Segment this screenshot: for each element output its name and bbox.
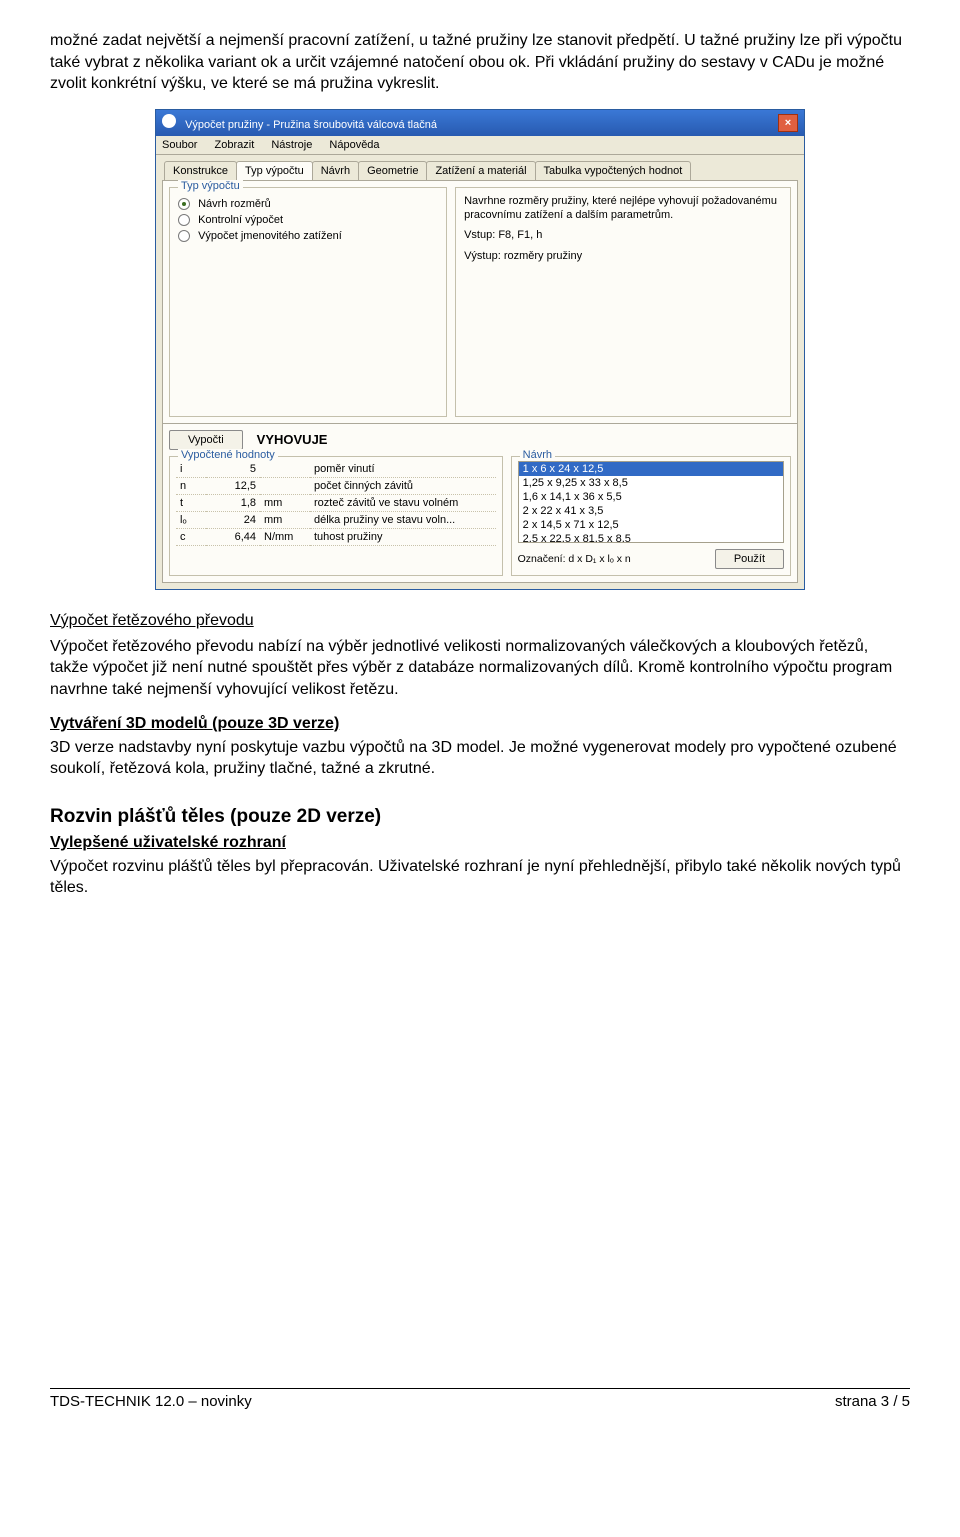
cell-val: 12,5 (206, 477, 260, 494)
tab-zatizeni[interactable]: Zatížení a materiál (426, 161, 535, 180)
list-item[interactable]: 1,25 x 9,25 x 33 x 8,5 (519, 476, 783, 490)
desc-input: Vstup: F8, F1, h (464, 228, 782, 242)
calc-values: Vypočtené hodnoty i 5 poměr vinutí n 12,… (169, 456, 503, 576)
tab-konstrukce[interactable]: Konstrukce (164, 161, 237, 180)
radio-icon (178, 198, 190, 210)
fieldset-desc: Navrhne rozměry pružiny, které nejlépe v… (455, 187, 791, 417)
table-row: t 1,8 mm rozteč závitů ve stavu volném (176, 494, 496, 511)
list-item[interactable]: 2 x 14,5 x 71 x 12,5 (519, 518, 783, 532)
radio-kontrolni[interactable]: Kontrolní výpočet (178, 214, 438, 226)
titlebar: Výpočet pružiny - Pružina šroubovitá vál… (156, 110, 804, 136)
section-rozvin-body: Výpočet rozvinu plášťů těles byl přeprac… (50, 856, 910, 899)
cell-val: 5 (206, 461, 260, 478)
cell-sym: t (176, 494, 206, 511)
section-rozvin-sub: Vylepšené uživatelské rozhraní (50, 834, 910, 852)
cell-unit (260, 461, 310, 478)
tab-navrh[interactable]: Návrh (312, 161, 359, 180)
section-chain-body: Výpočet řetězového převodu nabízí na výb… (50, 636, 910, 701)
section-chain-head: Výpočet řetězového převodu (50, 612, 910, 630)
list-item[interactable]: 2 x 22 x 41 x 3,5 (519, 504, 783, 518)
cell-sym: n (176, 477, 206, 494)
section-3d-head: Vytváření 3D modelů (pouze 3D verze) (50, 715, 910, 733)
design-listbox[interactable]: 1 x 6 x 24 x 12,5 1,25 x 9,25 x 33 x 8,5… (518, 461, 784, 543)
radio-jmenovite[interactable]: Výpočet jmenovitého zatížení (178, 230, 438, 242)
app-icon (162, 114, 176, 128)
desc-text: Navrhne rozměry pružiny, které nejlépe v… (464, 194, 782, 223)
footer-right: strana 3 / 5 (835, 1393, 910, 1410)
menu-napoveda[interactable]: Nápověda (329, 139, 379, 151)
radio-label: Výpočet jmenovitého zatížení (198, 230, 342, 242)
cell-unit: mm (260, 494, 310, 511)
radio-icon (178, 230, 190, 242)
window-title: Výpočet pružiny - Pružina šroubovitá vál… (185, 119, 437, 131)
navrh-legend: Návrh (520, 449, 555, 461)
design-suggestions: Návrh 1 x 6 x 24 x 12,5 1,25 x 9,25 x 33… (511, 456, 791, 576)
oznaceni-label: Označení: d x D₁ x lₒ x n (518, 553, 631, 565)
cell-sym: lₒ (176, 511, 206, 528)
menu-zobrazit[interactable]: Zobrazit (215, 139, 255, 151)
radio-label: Kontrolní výpočet (198, 214, 283, 226)
section-rozvin-head: Rozvin plášťů těles (pouze 2D verze) (50, 806, 910, 828)
fieldset-typ-legend: Typ výpočtu (178, 180, 243, 192)
menu-soubor[interactable]: Soubor (162, 139, 197, 151)
intro-paragraph: možné zadat největší a nejmenší pracovní… (50, 30, 910, 95)
cell-desc: tuhost pružiny (310, 528, 496, 545)
radio-label: Návrh rozměrů (198, 198, 271, 210)
cell-desc: délka pružiny ve stavu voln... (310, 511, 496, 528)
close-icon[interactable]: × (778, 114, 798, 132)
status-label: VYHOVUJE (257, 432, 328, 447)
menu-nastroje[interactable]: Nástroje (271, 139, 312, 151)
cell-desc: rozteč závitů ve stavu volném (310, 494, 496, 511)
table-row: n 12,5 počet činných závitů (176, 477, 496, 494)
compute-button[interactable]: Vypočti (169, 430, 243, 450)
desc-output: Výstup: rozměry pružiny (464, 249, 782, 263)
app-window: Výpočet pružiny - Pružina šroubovitá vál… (155, 109, 805, 590)
calc-legend: Vypočtené hodnoty (178, 449, 278, 461)
cell-desc: poměr vinutí (310, 461, 496, 478)
list-item[interactable]: 1,6 x 14,1 x 36 x 5,5 (519, 490, 783, 504)
cell-val: 6,44 (206, 528, 260, 545)
table-row: lₒ 24 mm délka pružiny ve stavu voln... (176, 511, 496, 528)
cell-val: 1,8 (206, 494, 260, 511)
list-item[interactable]: 1 x 6 x 24 x 12,5 (519, 462, 783, 476)
table-row: i 5 poměr vinutí (176, 461, 496, 478)
section-3d-body: 3D verze nadstavby nyní poskytuje vazbu … (50, 737, 910, 780)
table-row: c 6,44 N/mm tuhost pružiny (176, 528, 496, 545)
footer-left: TDS-TECHNIK 12.0 – novinky (50, 1393, 252, 1410)
cell-desc: počet činných závitů (310, 477, 496, 494)
cell-sym: c (176, 528, 206, 545)
radio-icon (178, 214, 190, 226)
tab-typ-vypoctu[interactable]: Typ výpočtu (236, 161, 313, 180)
cell-sym: i (176, 461, 206, 478)
tab-geometrie[interactable]: Geometrie (358, 161, 427, 180)
use-button[interactable]: Použít (715, 549, 784, 569)
radio-navrh-rozmeru[interactable]: Návrh rozměrů (178, 198, 438, 210)
menubar: Soubor Zobrazit Nástroje Nápověda (156, 136, 804, 155)
cell-unit: mm (260, 511, 310, 528)
tabstrip: Konstrukce Typ výpočtu Návrh Geometrie Z… (162, 161, 798, 181)
cell-unit: N/mm (260, 528, 310, 545)
tab-tabulka[interactable]: Tabulka vypočtených hodnot (535, 161, 692, 180)
cell-val: 24 (206, 511, 260, 528)
cell-unit (260, 477, 310, 494)
list-item[interactable]: 2,5 x 22,5 x 81,5 x 8,5 (519, 532, 783, 543)
fieldset-typ: Typ výpočtu Návrh rozměrů Kontrolní výpo… (169, 187, 447, 417)
